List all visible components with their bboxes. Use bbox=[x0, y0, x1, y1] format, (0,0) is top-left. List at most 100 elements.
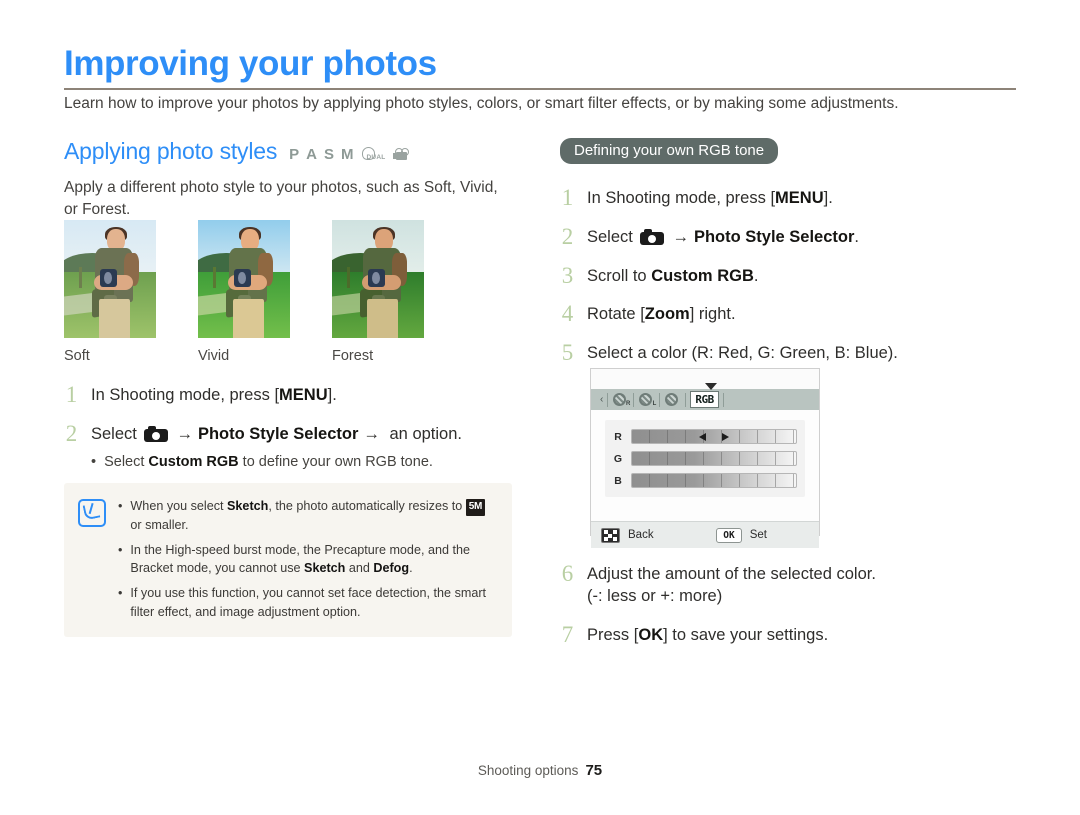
manual-page: Improving your photos Learn how to impro… bbox=[0, 0, 1080, 815]
slider-row-r[interactable]: R bbox=[613, 429, 797, 444]
sub-bullet-text: Select Custom RGB to define your own RGB… bbox=[104, 453, 433, 472]
palette-icon-3[interactable] bbox=[663, 392, 682, 407]
subsection-badge: Defining your own RGB tone bbox=[560, 138, 779, 164]
palette-icon-2[interactable]: L bbox=[637, 392, 656, 407]
divider bbox=[685, 392, 687, 407]
slider-row-g[interactable]: G bbox=[613, 451, 797, 466]
fn-button-icon[interactable] bbox=[601, 527, 620, 543]
sub-pre: Select bbox=[104, 453, 149, 470]
selection-cursor-icon bbox=[705, 383, 717, 390]
step-item: 3 Scroll to Custom RGB. bbox=[560, 264, 1030, 288]
palette-icon-1[interactable]: R bbox=[611, 392, 630, 407]
bullet-icon: • bbox=[118, 499, 123, 513]
key-zoom: Zoom bbox=[644, 305, 690, 324]
note-item: • When you select Sketch, the photo auto… bbox=[118, 497, 498, 534]
step-item: 5 Select a color (R: Red, G: Green, B: B… bbox=[560, 341, 1030, 365]
mode-m: M bbox=[341, 146, 355, 163]
camera-screen-mock: ‹ R L RGB R G B Back OK Set bbox=[590, 368, 820, 548]
menu-custom-rgb: Custom RGB bbox=[148, 453, 239, 470]
step-number: 4 bbox=[561, 301, 574, 327]
divider bbox=[633, 392, 635, 407]
step-sub-bullet: • Select Custom RGB to define your own R… bbox=[91, 453, 462, 472]
step-text-line2: (-: less or +: more) bbox=[587, 586, 723, 605]
note-text: If you use this function, you cannot set… bbox=[130, 586, 487, 619]
term-sketch: Sketch bbox=[227, 499, 269, 513]
step-number: 1 bbox=[561, 185, 574, 210]
note-text: When you select Sketch, the photo automa… bbox=[130, 497, 498, 534]
set-label: Set bbox=[749, 529, 767, 541]
sample-image-soft bbox=[64, 220, 156, 338]
sample-forest: Forest bbox=[332, 220, 424, 364]
step-number: 5 bbox=[561, 340, 574, 366]
menu-photo-style-selector: Photo Style Selector bbox=[197, 424, 359, 443]
step-text: Select → Photo Style Selector. bbox=[587, 225, 859, 249]
step-item: 4 Rotate [Zoom] right. bbox=[560, 302, 1030, 326]
right-steps-lower: 6 Adjust the amount of the selected colo… bbox=[560, 562, 1030, 661]
slider-row-b[interactable]: B bbox=[613, 473, 797, 488]
intro-text: Learn how to improve your photos by appl… bbox=[64, 95, 899, 112]
step-text: Press [OK] to save your settings. bbox=[587, 623, 828, 647]
rgb-slider-panel: R G B bbox=[605, 420, 805, 497]
slider-ticks bbox=[632, 452, 796, 465]
tab-rgb-active[interactable]: RGB bbox=[690, 391, 719, 408]
mode-icons: P A S M DUAL bbox=[289, 146, 410, 163]
divider bbox=[659, 392, 661, 407]
page-title: Improving your photos bbox=[64, 44, 437, 83]
divider bbox=[722, 392, 724, 407]
note-pen-icon bbox=[78, 499, 106, 527]
term-sketch: Sketch bbox=[304, 561, 346, 575]
slider-track-g[interactable] bbox=[631, 451, 797, 466]
note-pre: In the High-speed burst mode, the Precap… bbox=[130, 542, 470, 575]
step-text: Scroll to Custom RGB. bbox=[587, 264, 758, 288]
step-text: In Shooting mode, press [MENU]. bbox=[91, 383, 337, 407]
sample-label: Forest bbox=[332, 348, 374, 364]
slider-label: G bbox=[613, 452, 623, 465]
screen-gap bbox=[591, 505, 819, 521]
term-defog: Defog bbox=[373, 561, 410, 575]
step-text-pre: Press [ bbox=[587, 625, 639, 644]
left-steps: 1 In Shooting mode, press [MENU]. 2 Sele… bbox=[64, 383, 534, 487]
prev-arrow-icon[interactable]: ‹ bbox=[596, 394, 607, 405]
screen-tab-bar: ‹ R L RGB bbox=[591, 383, 819, 410]
step-text-post: an option. bbox=[384, 424, 462, 443]
arrow-right-icon bbox=[722, 432, 729, 441]
section-heading-row: Applying photo styles P A S M DUAL bbox=[64, 138, 534, 165]
arrow-left-icon bbox=[699, 432, 706, 441]
slider-label: B bbox=[614, 474, 622, 487]
menu-custom-rgb: Custom RGB bbox=[651, 266, 754, 285]
mode-a: A bbox=[306, 146, 319, 163]
menu-photo-style-selector: Photo Style Selector bbox=[693, 227, 855, 246]
step-item: 6 Adjust the amount of the selected colo… bbox=[560, 562, 1030, 608]
camera-icon bbox=[144, 425, 169, 442]
step-text-post: ] to save your settings. bbox=[663, 625, 829, 644]
note-box: • When you select Sketch, the photo auto… bbox=[64, 483, 512, 637]
step-text-post: . bbox=[854, 227, 860, 246]
note-item: • In the High-speed burst mode, the Prec… bbox=[118, 541, 498, 578]
step-number: 1 bbox=[65, 382, 78, 407]
step-text-pre: In Shooting mode, press [ bbox=[587, 189, 776, 207]
back-label: Back bbox=[628, 529, 654, 541]
step-text-post: ]. bbox=[327, 386, 337, 404]
note-pre: When you select bbox=[130, 499, 228, 513]
mode-p: P bbox=[289, 146, 301, 163]
ok-button[interactable]: OK bbox=[716, 527, 742, 543]
slider-ticks bbox=[632, 474, 796, 487]
note-item: • If you use this function, you cannot s… bbox=[118, 584, 498, 621]
step-number: 2 bbox=[561, 223, 574, 249]
step-item: 1 In Shooting mode, press [MENU]. bbox=[560, 186, 1030, 210]
slider-track-r[interactable] bbox=[631, 429, 797, 444]
note-mid: and bbox=[345, 561, 374, 575]
step-text-pre: Adjust the amount of the selected color. bbox=[587, 565, 876, 583]
slider-label: R bbox=[614, 430, 622, 443]
left-column: Applying photo styles P A S M DUAL Apply… bbox=[64, 138, 534, 222]
bullet-icon: • bbox=[118, 586, 123, 601]
step-text-pre: Select bbox=[587, 227, 638, 246]
slider-track-b[interactable] bbox=[631, 473, 797, 488]
sub-post: to define your own RGB tone. bbox=[238, 453, 433, 470]
page-footer: Shooting options 75 bbox=[0, 762, 1080, 779]
step-text: Select → Photo Style Selector → an option.… bbox=[91, 422, 462, 472]
right-steps: 1 In Shooting mode, press [MENU]. 2 Sele… bbox=[560, 186, 1030, 365]
step-item: 1 In Shooting mode, press [MENU]. bbox=[64, 383, 534, 407]
style-samples: Soft Vivid Forest bbox=[64, 220, 424, 364]
step-item: 2 Select → Photo Style Selector. bbox=[560, 225, 1030, 249]
